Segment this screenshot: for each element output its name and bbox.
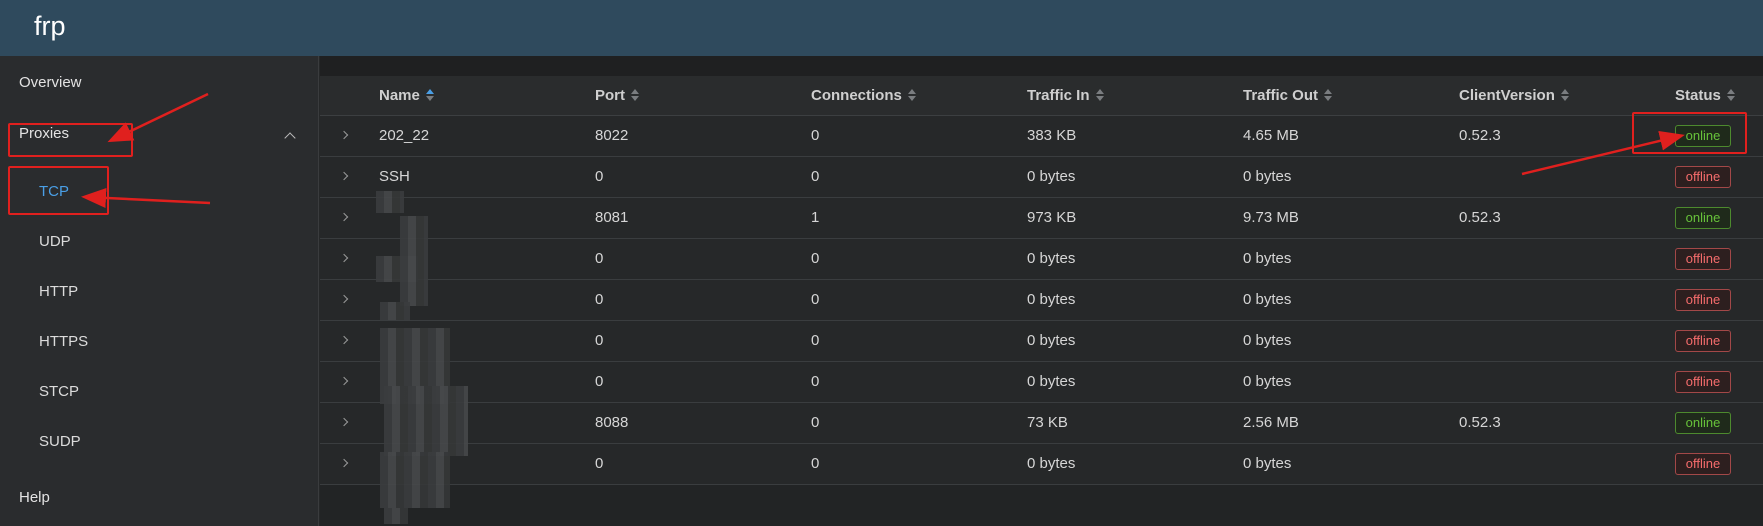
annotation-arrows [81, 92, 1685, 208]
